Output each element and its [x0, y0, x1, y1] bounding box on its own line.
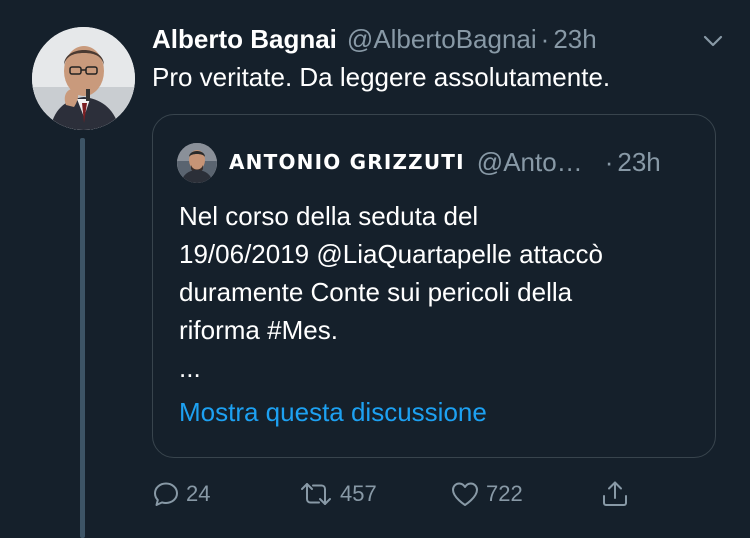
quoted-text: Nel corso della seduta del 19/06/2019 @L…	[179, 197, 603, 387]
retweet-icon	[298, 480, 334, 508]
quoted-text-line: 19/06/2019 @LiaQuartapelle attaccò	[179, 239, 603, 269]
reply-button[interactable]: 24	[152, 474, 210, 514]
tweet-header: Alberto Bagnai @AlbertoBagnai · 23h	[152, 22, 730, 56]
timestamp[interactable]: 23h	[553, 24, 596, 55]
reply-icon	[152, 480, 180, 508]
chevron-down-icon[interactable]	[700, 28, 726, 54]
quoted-timestamp: 23h	[617, 146, 661, 177]
quoted-separator-dot: ·	[604, 146, 614, 177]
avatar-photo	[32, 27, 135, 130]
quoted-text-line: duramente Conte sui pericoli della	[179, 277, 573, 307]
retweet-button[interactable]: 457	[298, 474, 377, 514]
quoted-text-line: ...	[179, 353, 201, 383]
heart-icon	[450, 480, 480, 508]
share-button[interactable]	[600, 474, 630, 514]
user-handle[interactable]: @AlbertoBagnai	[347, 24, 537, 55]
separator-dot: ·	[540, 23, 550, 54]
retweet-count: 457	[340, 481, 377, 506]
thread-line	[80, 138, 85, 538]
quoted-text-line: Nel corso della seduta del	[179, 201, 479, 231]
quoted-avatar-photo	[177, 143, 217, 183]
quoted-display-name: ANTONIO GRIZZUTI	[229, 150, 465, 174]
reply-count: 24	[186, 481, 211, 506]
like-count: 722	[486, 481, 523, 506]
quoted-handle: @Anto…	[476, 146, 583, 177]
share-icon	[600, 479, 630, 509]
tweet-text: Pro veritate. Da leggere assolutamente.	[152, 62, 611, 92]
quoted-header: ANTONIO GRIZZUTI @Anto… · 23h	[229, 145, 661, 179]
quoted-avatar[interactable]	[177, 143, 217, 183]
quoted-tweet[interactable]: ANTONIO GRIZZUTI @Anto… · 23h Nel corso …	[152, 114, 716, 458]
avatar[interactable]	[32, 27, 135, 130]
display-name[interactable]: Alberto Bagnai	[152, 24, 337, 55]
tweet-actions: 24 457 722	[152, 474, 642, 514]
quoted-text-line: riforma #Mes.	[179, 315, 338, 345]
like-button[interactable]: 722	[450, 474, 523, 514]
show-thread-link[interactable]: Mostra questa discussione	[179, 397, 487, 428]
